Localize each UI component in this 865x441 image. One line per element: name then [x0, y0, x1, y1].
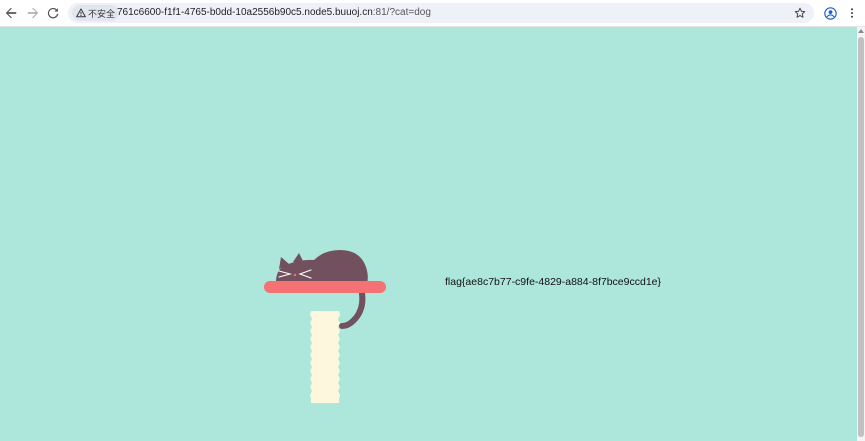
cat-illustration	[264, 250, 386, 403]
warning-icon	[76, 8, 86, 18]
scratching-post	[310, 311, 340, 403]
scrollbar-thumb[interactable]	[858, 37, 864, 437]
url-path: :81/?cat=dog	[372, 7, 431, 18]
security-chip[interactable]: 不安全	[72, 5, 120, 21]
scroll-up-icon[interactable]	[858, 29, 864, 33]
cat-body	[276, 250, 368, 284]
cat-ear-right	[293, 253, 304, 263]
page-content: flag{ae8c7b77-c9fe-4829-a884-8f7bce9ccd1…	[0, 27, 857, 441]
reload-icon[interactable]	[44, 4, 62, 22]
back-arrow-icon[interactable]	[2, 4, 20, 22]
url-text[interactable]: 761c6600-f1f1-4765-b0dd-10a2556b90c5.nod…	[117, 7, 431, 18]
browser-toolbar: 不安全 761c6600-f1f1-4765-b0dd-10a2556b90c5…	[0, 0, 865, 27]
more-vert-icon[interactable]	[845, 5, 859, 21]
vertical-scrollbar[interactable]	[857, 27, 865, 441]
post-shelf	[264, 281, 386, 293]
security-label: 不安全	[88, 8, 116, 19]
url-host: 761c6600-f1f1-4765-b0dd-10a2556b90c5.nod…	[117, 7, 373, 18]
forward-arrow-icon[interactable]	[24, 4, 42, 22]
profile-icon[interactable]	[822, 5, 838, 21]
star-icon[interactable]	[792, 5, 808, 21]
cat-nose	[293, 273, 297, 277]
flag-text: flag{ae8c7b77-c9fe-4829-a884-8f7bce9ccd1…	[445, 276, 662, 288]
address-bar[interactable]: 不安全 761c6600-f1f1-4765-b0dd-10a2556b90c5…	[68, 3, 814, 23]
